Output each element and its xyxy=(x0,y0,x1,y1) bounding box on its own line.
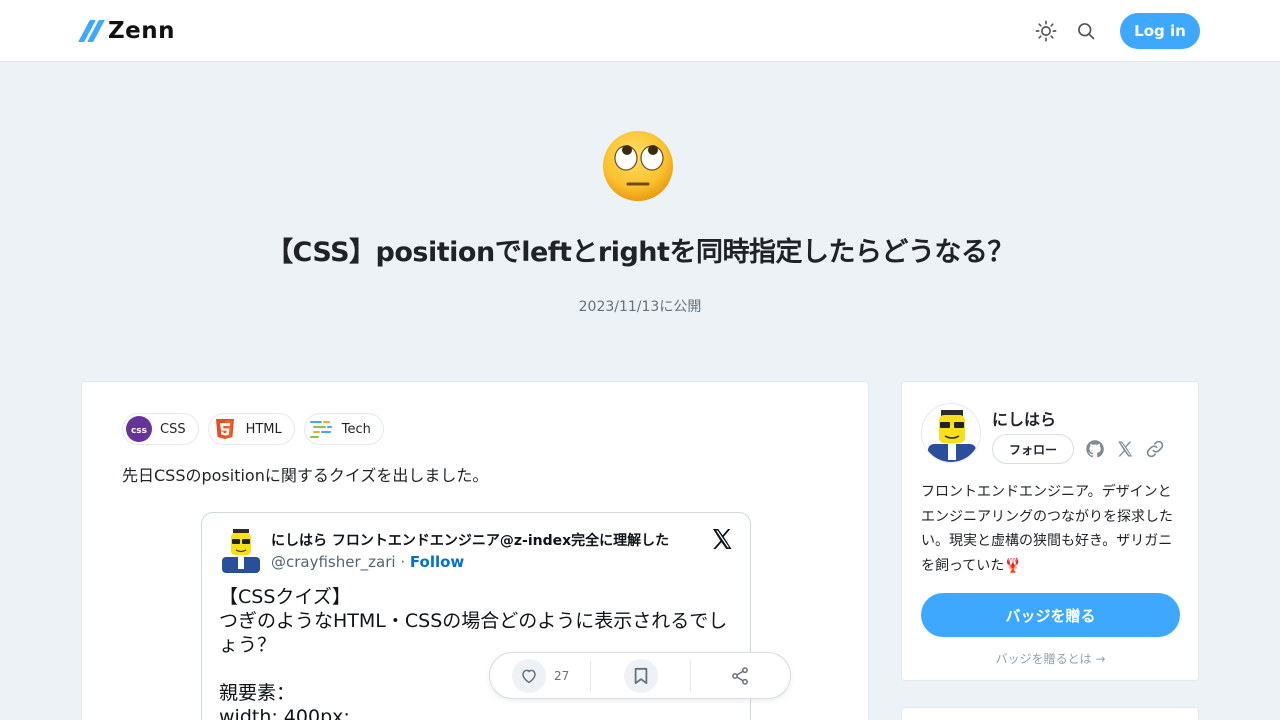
zenn-logo-mark-icon xyxy=(78,20,105,42)
topic-list: css CSS HTML Tech xyxy=(122,413,384,445)
link-icon[interactable] xyxy=(1144,438,1166,460)
tweet-avatar[interactable] xyxy=(220,525,262,573)
send-badge-button[interactable]: バッジを贈る xyxy=(921,593,1180,637)
tweet-author-name[interactable]: にしはら フロントエンドエンジニア@z-index完全に理解した xyxy=(271,530,669,550)
login-button[interactable]: Log in xyxy=(1120,13,1200,49)
badge-info-link[interactable]: バッジを贈るとは → xyxy=(921,650,1180,667)
css-icon: css xyxy=(126,416,152,442)
like-count: 27 xyxy=(554,669,570,683)
topic-css[interactable]: css CSS xyxy=(122,413,199,445)
tech-icon xyxy=(308,416,334,442)
tweet-follow-link[interactable]: Follow xyxy=(410,553,464,571)
author-avatar[interactable] xyxy=(921,403,981,463)
x-icon[interactable] xyxy=(1114,438,1136,460)
tweet-handle-line: @crayfisher_zari · Follow xyxy=(271,553,464,571)
share-button[interactable] xyxy=(723,659,757,693)
topic-tech[interactable]: Tech xyxy=(303,413,384,445)
article-emoji-icon xyxy=(600,128,676,204)
search-icon[interactable] xyxy=(1074,19,1098,43)
github-icon[interactable] xyxy=(1084,438,1106,460)
zenn-logo[interactable]: Zenn xyxy=(78,18,176,44)
svg-text:css: css xyxy=(131,426,147,436)
site-header: Zenn Log in xyxy=(0,0,1280,62)
topic-label: CSS xyxy=(160,421,186,437)
logo-text: Zenn xyxy=(108,18,176,44)
bookmark-icon xyxy=(634,667,648,685)
topic-label: Tech xyxy=(341,421,371,437)
author-bio: フロントエンドエンジニア。デザインとエンジニアリングのつながりを探求したい。現実… xyxy=(921,484,1173,574)
handle-separator: · xyxy=(395,553,410,571)
floating-action-bar: 27 xyxy=(489,652,791,699)
action-divider xyxy=(690,661,691,692)
topic-html[interactable]: HTML xyxy=(207,413,295,445)
publish-date: 2023/11/13に公開 xyxy=(578,299,702,315)
topic-label: HTML xyxy=(245,421,282,437)
author-card: にしはら フォロー フロントエンドエンジニア。デザインとエンジニアリングのつなが… xyxy=(901,381,1199,681)
author-name[interactable]: にしはら xyxy=(992,406,1056,430)
tweet-handle[interactable]: @crayfisher_zari xyxy=(271,553,396,571)
bookmark-button[interactable] xyxy=(624,659,658,693)
html5-icon xyxy=(212,416,238,442)
follow-button[interactable]: フォロー xyxy=(992,434,1074,464)
sun-icon[interactable] xyxy=(1034,19,1058,43)
article-lead-paragraph: 先日CSSのpositionに関するクイズを出しました。 xyxy=(122,466,489,485)
heart-icon xyxy=(522,669,536,684)
action-divider xyxy=(590,661,591,692)
x-logo-icon[interactable] xyxy=(710,527,734,551)
sidebar-secondary-card xyxy=(901,707,1199,720)
article-title: 【CSS】positionでleftとrightを同時指定したらどうなる？ xyxy=(266,237,1014,268)
share-icon xyxy=(732,667,748,685)
like-button[interactable] xyxy=(512,659,546,693)
